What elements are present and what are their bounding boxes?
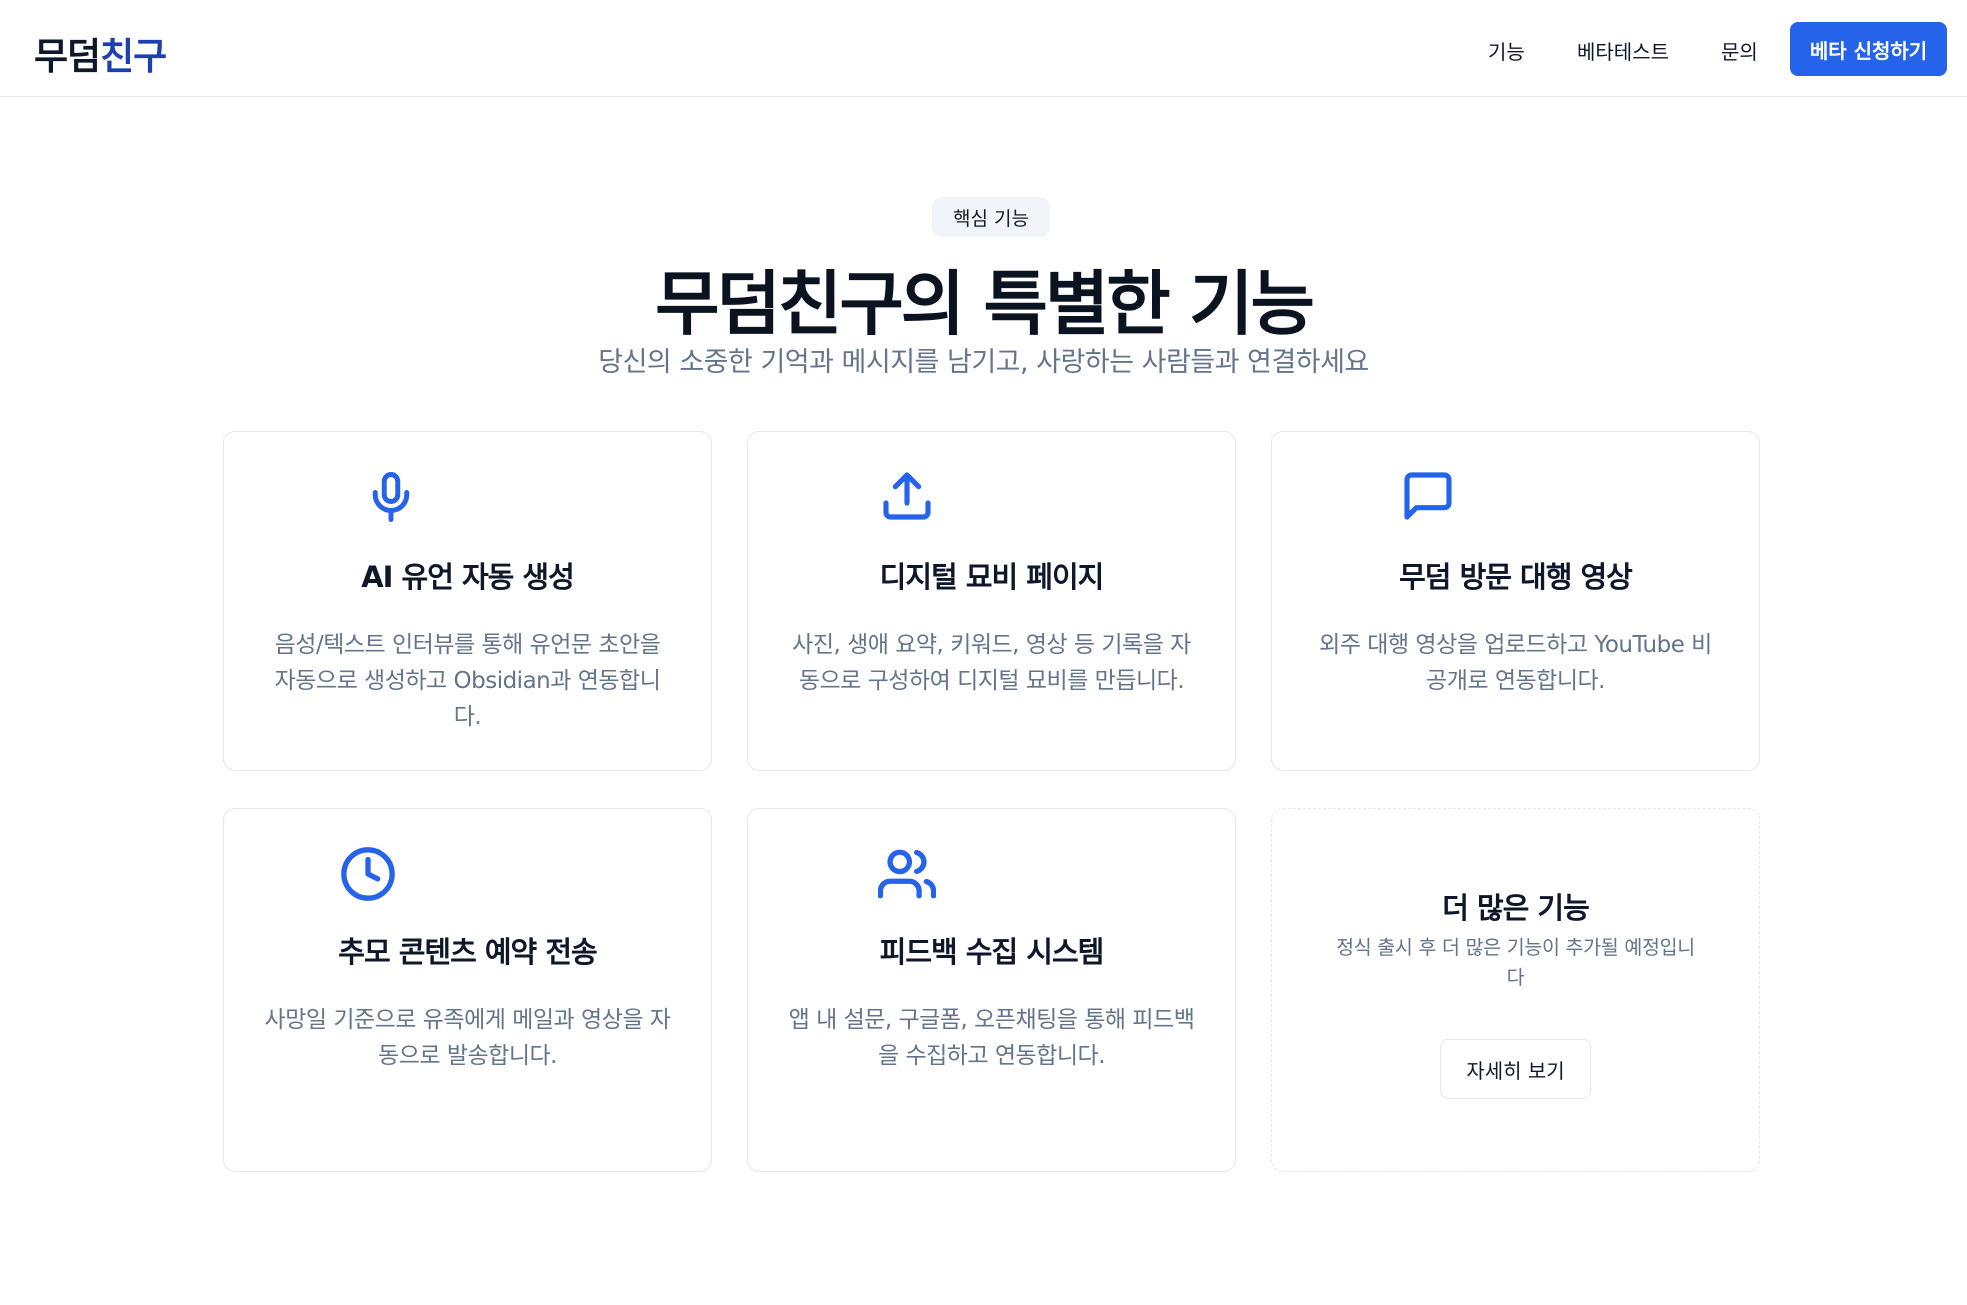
feature-card-visit-video: 무덤 방문 대행 영상 외주 대행 영상을 업로드하고 YouTube 비공개로… bbox=[1271, 431, 1760, 771]
more-features-title: 더 많은 기능 bbox=[1442, 891, 1590, 925]
section-subtitle: 당신의 소중한 기억과 메시지를 남기고, 사랑하는 사람들과 연결하세요 bbox=[598, 347, 1369, 378]
brand-logo[interactable]: 무덤친구 bbox=[34, 26, 167, 80]
brand-logo-part1: 무덤 bbox=[34, 35, 101, 78]
message-square-icon bbox=[1400, 468, 1456, 524]
brand-logo-part2: 친구 bbox=[100, 35, 167, 78]
top-navbar: 무덤친구 기능 베타테스트 문의 베타 신청하기 bbox=[0, 0, 1967, 97]
section-badge: 핵심 기능 bbox=[932, 197, 1050, 237]
see-more-button[interactable]: 자세히 보기 bbox=[1440, 1039, 1591, 1099]
feature-card-desc: 앱 내 설문, 구글폼, 오픈채팅을 통해 피드백을 수집하고 연동합니다. bbox=[788, 1007, 1195, 1069]
section-title: 무덤친구의 특별한 기능 bbox=[655, 263, 1315, 345]
beta-signup-button[interactable]: 베타 신청하기 bbox=[1790, 22, 1947, 76]
nav-link-beta-test[interactable]: 베타테스트 bbox=[1577, 36, 1669, 65]
more-features-desc: 정식 출시 후 더 많은 기능이 추가될 예정입니다 bbox=[1336, 936, 1695, 989]
nav-link-contact[interactable]: 문의 bbox=[1721, 36, 1758, 65]
more-features-card: 더 많은 기능 정식 출시 후 더 많은 기능이 추가될 예정입니다 자세히 보… bbox=[1271, 808, 1760, 1172]
feature-card-title: 추모 콘텐츠 예약 전송 bbox=[338, 935, 597, 969]
clock-icon bbox=[339, 845, 397, 903]
feature-card-title: AI 유언 자동 생성 bbox=[361, 560, 575, 594]
feature-card-desc: 외주 대행 영상을 업로드하고 YouTube 비공개로 연동합니다. bbox=[1319, 632, 1712, 694]
feature-card-scheduled-delivery: 추모 콘텐츠 예약 전송 사망일 기준으로 유족에게 메일과 영상을 자동으로 … bbox=[223, 808, 712, 1172]
upload-icon bbox=[879, 468, 935, 524]
microphone-icon bbox=[364, 468, 418, 526]
feature-card-digital-tombstone: 디지털 묘비 페이지 사진, 생애 요약, 키워드, 영상 등 기록을 자동으로… bbox=[747, 431, 1236, 771]
feature-card-title: 무덤 방문 대행 영상 bbox=[1399, 560, 1633, 594]
nav-link-features[interactable]: 기능 bbox=[1488, 36, 1525, 65]
users-icon bbox=[878, 845, 936, 903]
feature-card-title: 피드백 수집 시스템 bbox=[879, 935, 1105, 969]
feature-card-desc: 사진, 생애 요약, 키워드, 영상 등 기록을 자동으로 구성하여 디지털 묘… bbox=[792, 632, 1191, 694]
feature-card-ai-will: AI 유언 자동 생성 음성/텍스트 인터뷰를 통해 유언문 초안을 자동으로 … bbox=[223, 431, 712, 771]
feature-card-feedback: 피드백 수집 시스템 앱 내 설문, 구글폼, 오픈채팅을 통해 피드백을 수집… bbox=[747, 808, 1236, 1172]
feature-card-desc: 사망일 기준으로 유족에게 메일과 영상을 자동으로 발송합니다. bbox=[264, 1007, 671, 1069]
feature-card-desc: 음성/텍스트 인터뷰를 통해 유언문 초안을 자동으로 생성하고 Obsidia… bbox=[274, 632, 661, 730]
feature-card-title: 디지털 묘비 페이지 bbox=[879, 560, 1105, 594]
